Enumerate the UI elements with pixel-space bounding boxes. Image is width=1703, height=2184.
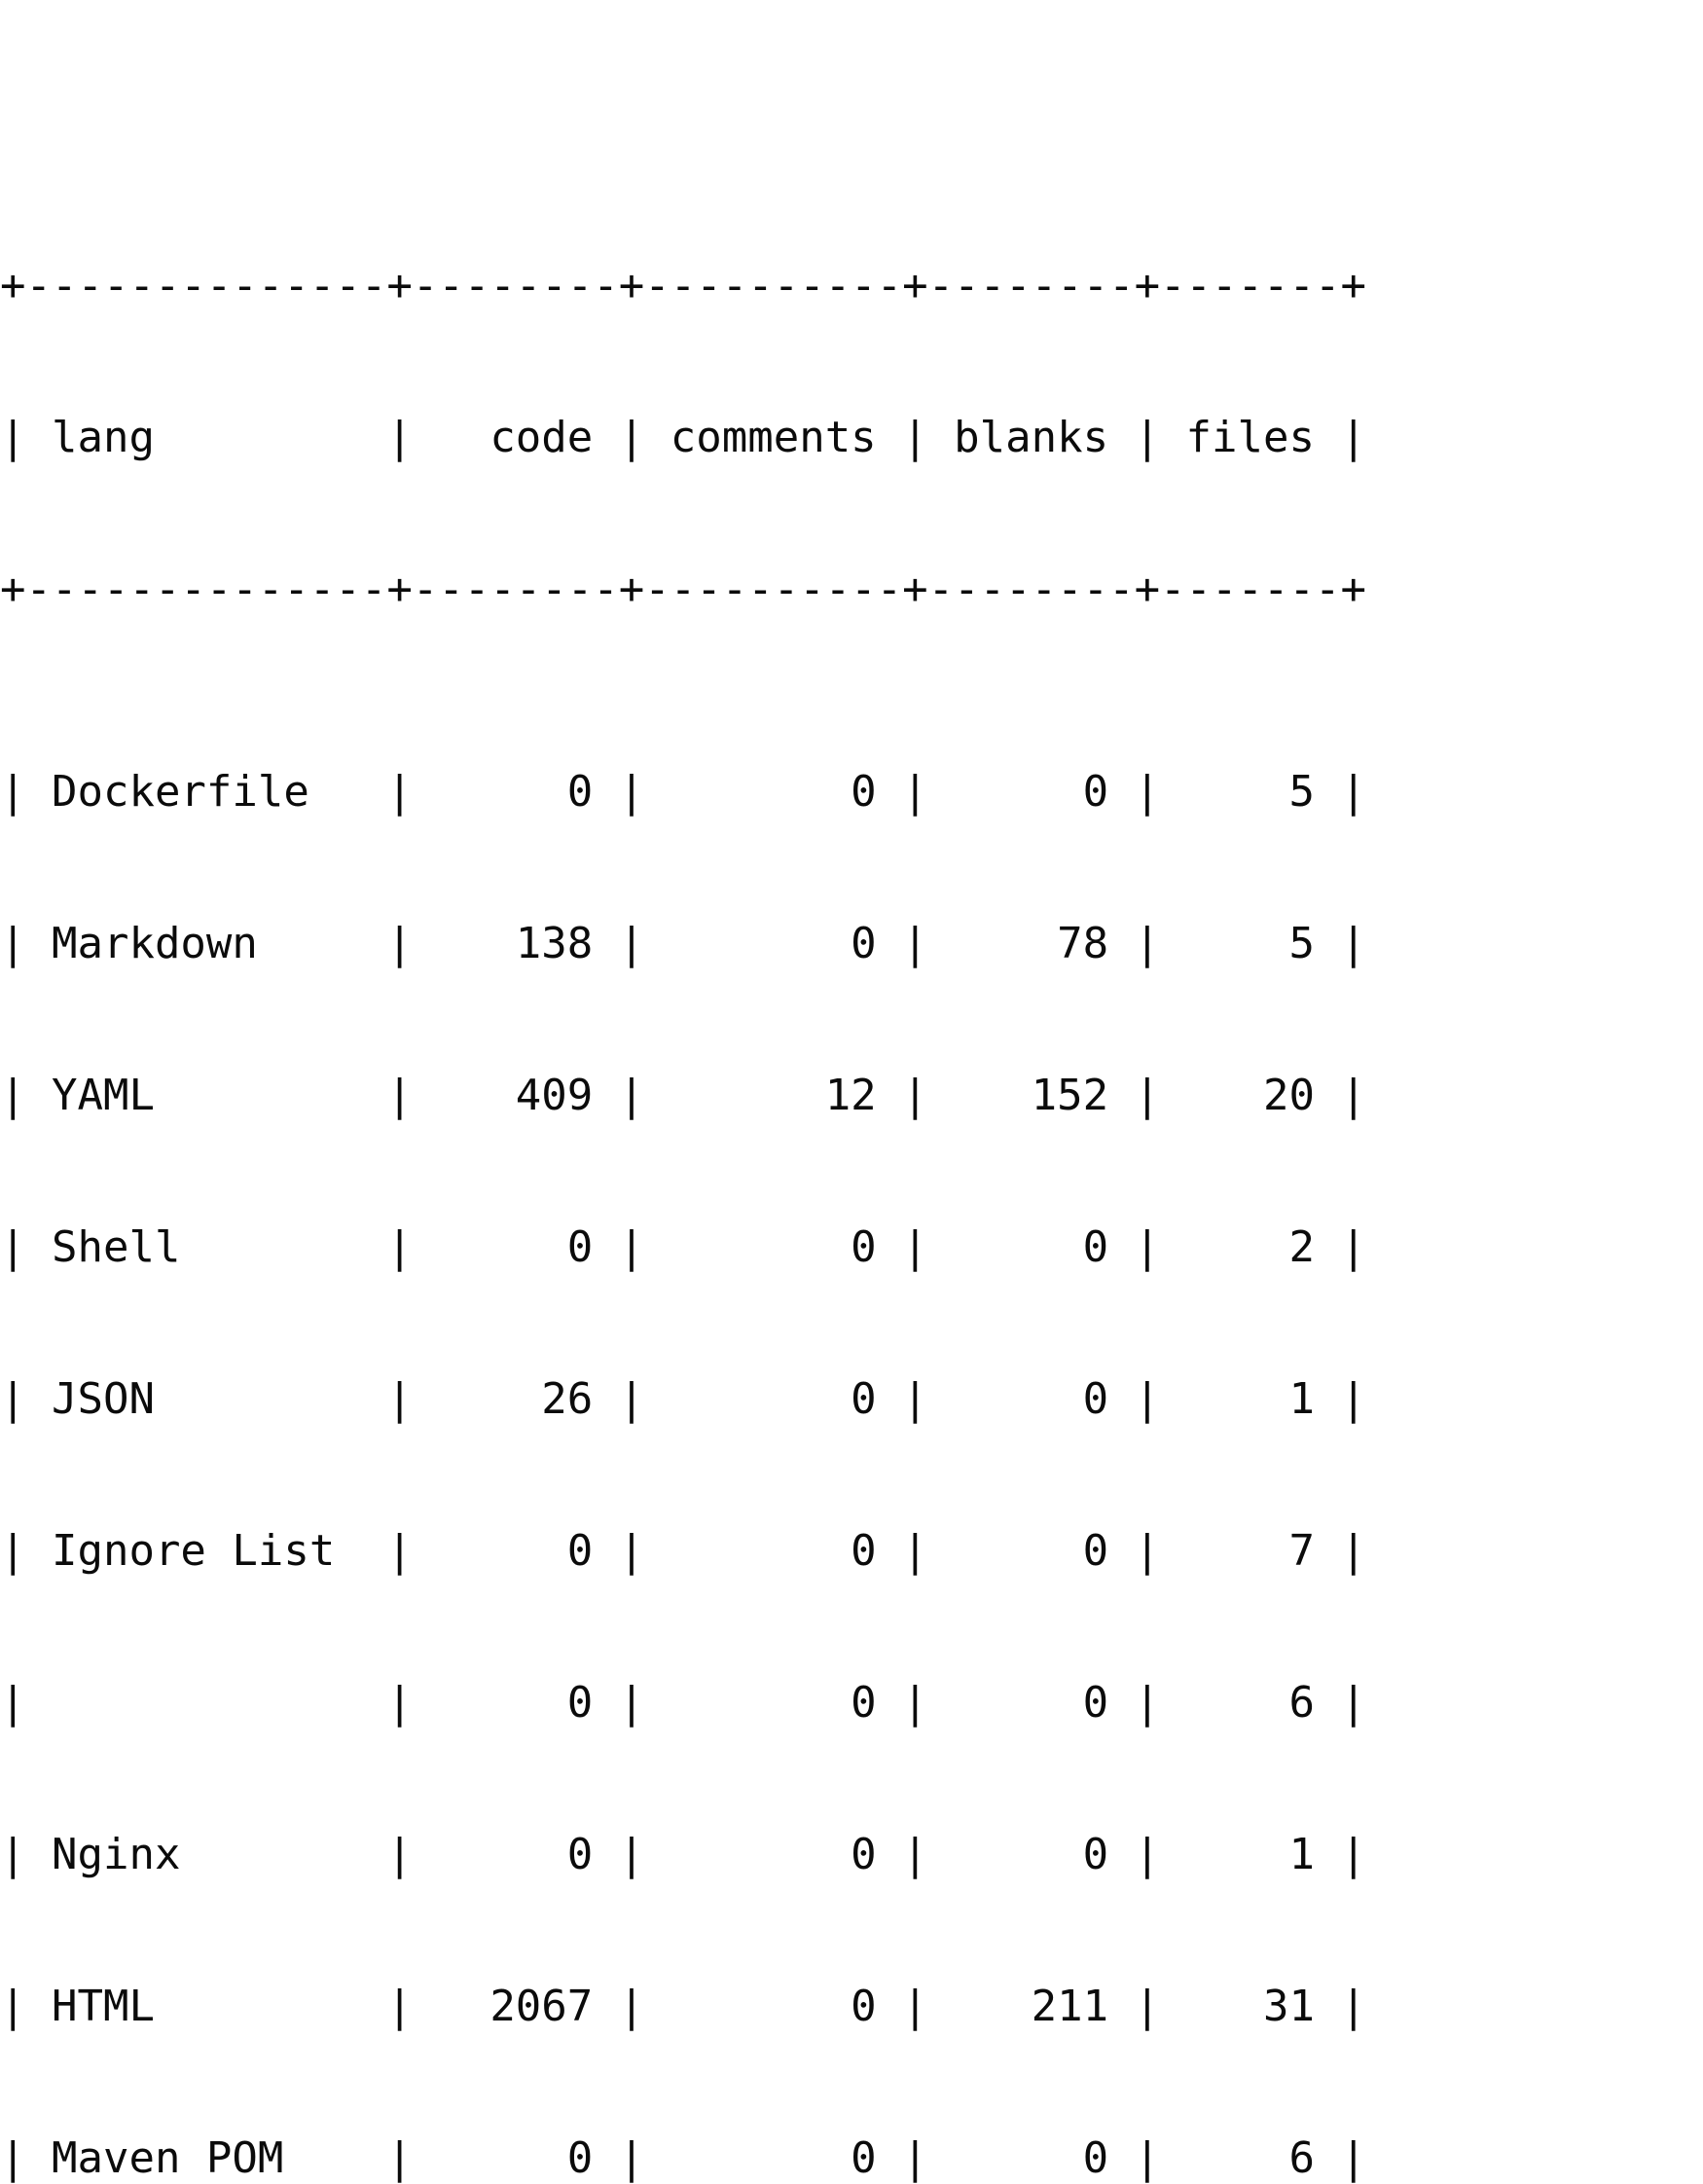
table-row: | JSON | 26 | 0 | 0 | 1 | — [0, 1374, 1366, 1424]
table-row: | Ignore List | 0 | 0 | 0 | 7 | — [0, 1526, 1366, 1576]
top-spacer — [0, 101, 1703, 109]
table-row: | Shell | 0 | 0 | 0 | 2 | — [0, 1222, 1366, 1272]
terminal-output: +--------------+--------+----------+----… — [0, 0, 1703, 2183]
table-row: | Nginx | 0 | 0 | 0 | 1 | — [0, 1830, 1366, 1879]
table-row: | Maven POM | 0 | 0 | 0 | 6 | — [0, 2133, 1366, 2183]
table-row: | Markdown | 138 | 0 | 78 | 5 | — [0, 919, 1366, 968]
table-top-border: +--------------+--------+----------+----… — [0, 261, 1366, 310]
table-row: | | 0 | 0 | 0 | 6 | — [0, 1678, 1366, 1728]
table-header-row: | lang | code | comments | blanks | file… — [0, 413, 1366, 462]
table-row: | Dockerfile | 0 | 0 | 0 | 5 | — [0, 767, 1366, 817]
table-header-border: +--------------+--------+----------+----… — [0, 564, 1366, 614]
table-row: | YAML | 409 | 12 | 152 | 20 | — [0, 1071, 1366, 1120]
table-row: | HTML | 2067 | 0 | 211 | 31 | — [0, 1982, 1366, 2031]
